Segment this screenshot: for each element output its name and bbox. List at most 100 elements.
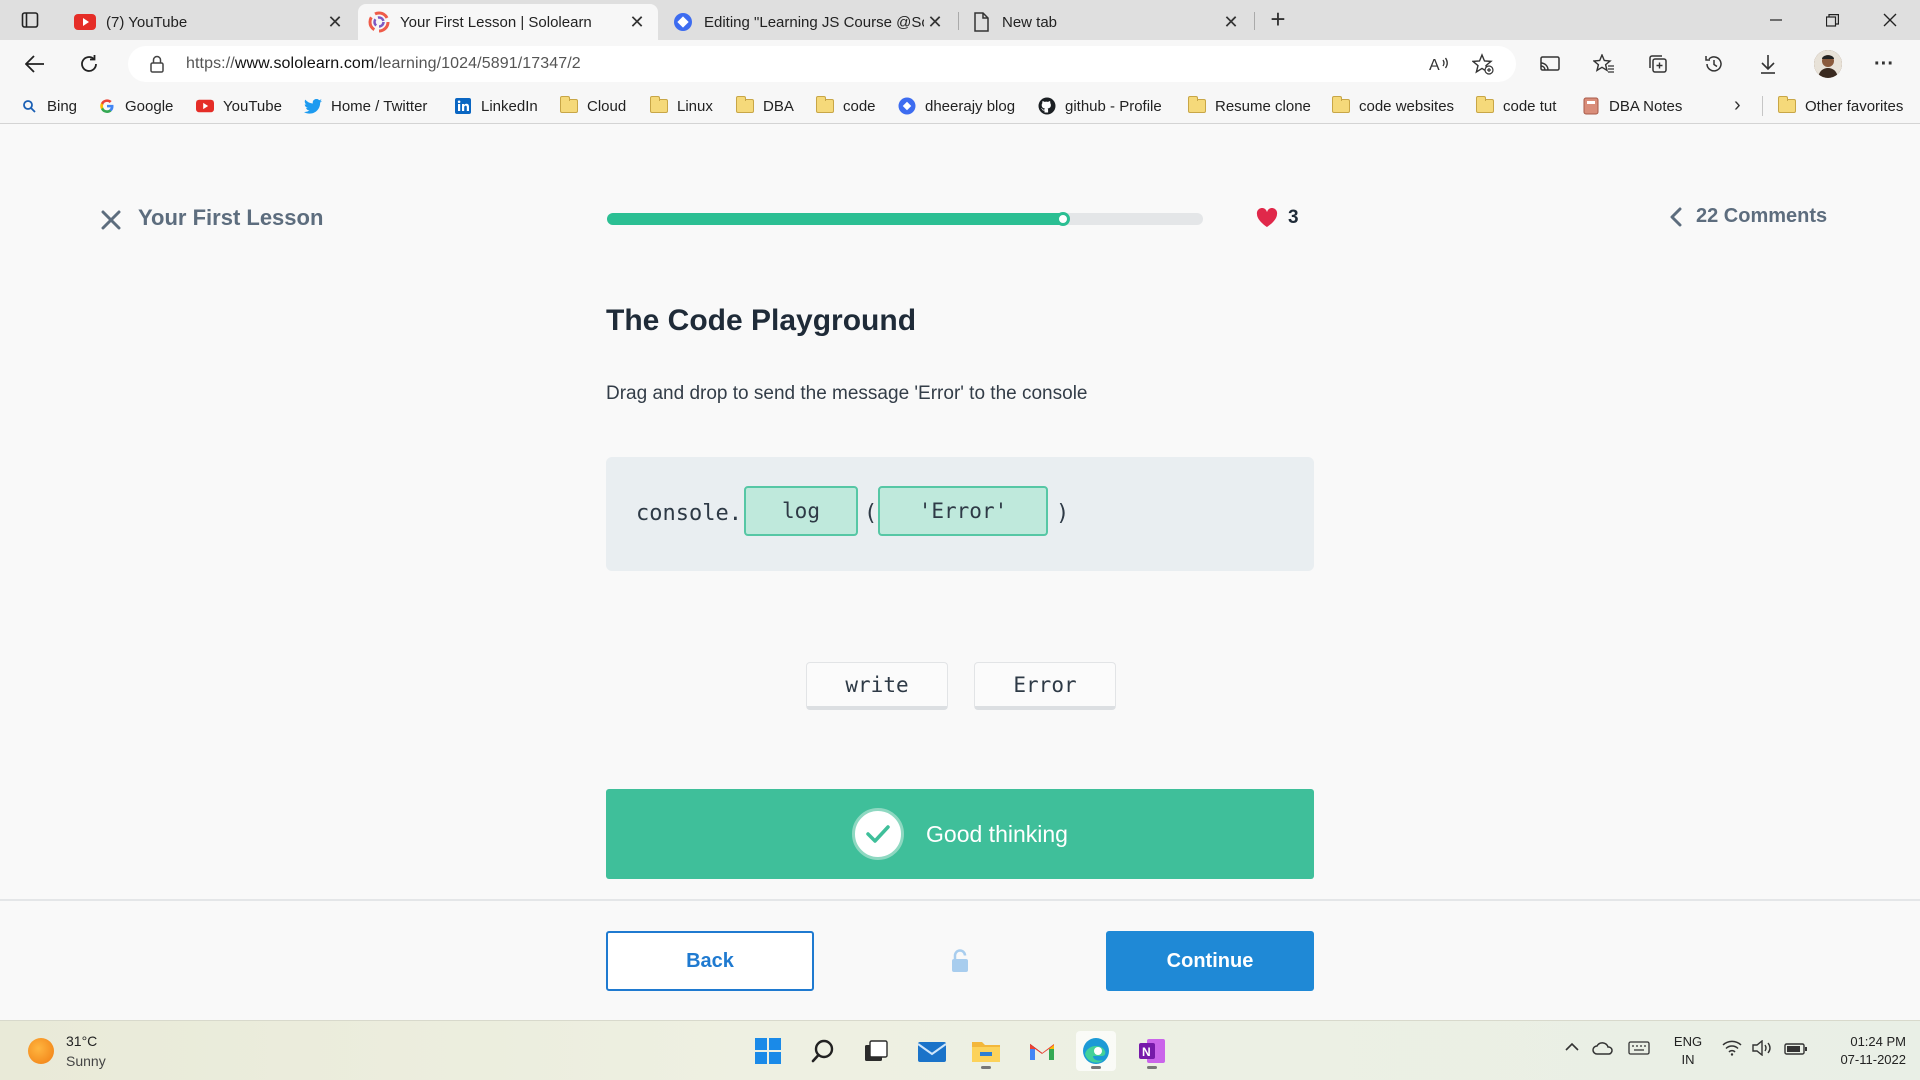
lesson-page: Your First Lesson 3 22 Comments The Code… [0, 125, 1920, 1020]
sun-icon[interactable] [28, 1038, 54, 1064]
profile-avatar[interactable] [1814, 50, 1842, 78]
bookmark-youtube[interactable]: YouTube [196, 95, 282, 117]
read-aloud-icon[interactable]: A [1422, 46, 1456, 82]
tab-youtube[interactable]: (7) YouTube ✕ [64, 4, 356, 40]
favorites-icon[interactable] [1586, 48, 1622, 80]
taskbar-gmail[interactable] [1022, 1031, 1062, 1071]
bookmark-code-websites[interactable]: code websites [1332, 95, 1454, 117]
bookmark-label: Other favorites [1805, 97, 1904, 115]
bookmark-dba[interactable]: DBA [736, 95, 794, 117]
taskbar-onenote[interactable]: N [1132, 1031, 1172, 1071]
close-lesson-button[interactable] [98, 207, 124, 233]
start-button[interactable] [748, 1031, 788, 1071]
bookmark-label: Cloud [587, 97, 627, 115]
chevron-up-icon [1565, 1042, 1579, 1051]
chevron-right-icon[interactable]: › [1734, 94, 1741, 117]
bookmark-other-favorites[interactable]: Other favorites [1778, 95, 1903, 117]
gmail-icon [1029, 1043, 1054, 1060]
download-icon[interactable] [1750, 48, 1786, 80]
bookmark-label: Linux [677, 97, 713, 115]
bookmark-bing[interactable]: Bing [20, 95, 77, 117]
refresh-button[interactable] [72, 48, 106, 80]
bookmark-dheerajy-blog[interactable]: dheerajy blog [898, 95, 1015, 117]
folder-icon [650, 96, 668, 114]
close-window-button[interactable] [1862, 0, 1918, 40]
bookmark-label: LinkedIn [481, 97, 538, 115]
new-tab-button[interactable]: + [1262, 4, 1294, 36]
bookmark-dba-notes[interactable]: DBA Notes [1582, 95, 1682, 117]
option-chip-error[interactable]: Error [974, 662, 1116, 710]
chevron-left-icon [1670, 207, 1682, 227]
feedback-banner: Good thinking [606, 789, 1314, 879]
wifi-icon[interactable] [1722, 1040, 1742, 1061]
question-description: Drag and drop to send the message 'Error… [606, 383, 1088, 404]
battery-icon[interactable] [1784, 1042, 1808, 1060]
tab-sololearn[interactable]: Your First Lesson | Sololearn ✕ [358, 4, 658, 40]
bookmark-google[interactable]: Google [98, 95, 173, 117]
weather-temperature[interactable]: 31°C [66, 1033, 97, 1049]
taskbar-file-explorer[interactable] [966, 1031, 1006, 1071]
option-chip-write[interactable]: write [806, 662, 948, 710]
search-icon [811, 1039, 834, 1063]
tab-editing[interactable]: Editing "Learning JS Course @So ✕ [662, 4, 956, 40]
close-icon[interactable]: ✕ [626, 12, 648, 33]
address-bar[interactable]: https://www.sololearn.com/learning/1024/… [128, 46, 1516, 82]
taskbar-edge[interactable] [1076, 1031, 1116, 1071]
lock-icon[interactable] [150, 55, 170, 73]
url-prefix: https:// [186, 55, 235, 72]
back-button[interactable]: Back [606, 931, 814, 991]
bookmark-github[interactable]: github - Profile [1038, 95, 1162, 117]
code-paren-close: ) [1056, 501, 1070, 526]
bookmark-cloud[interactable]: Cloud [560, 95, 626, 117]
minimize-button[interactable] [1748, 0, 1804, 40]
bookmark-label: DBA Notes [1609, 97, 1683, 115]
close-icon [1883, 13, 1897, 27]
tab-separator [1254, 12, 1255, 30]
bookmark-linkedin[interactable]: LinkedIn [454, 95, 538, 117]
bookmark-label: Resume clone [1215, 97, 1311, 115]
cast-icon[interactable] [1532, 48, 1568, 80]
twitter-icon [304, 98, 322, 114]
language-indicator[interactable]: ENG IN [1670, 1033, 1706, 1069]
arrow-left-icon [25, 55, 44, 73]
volume-icon[interactable] [1752, 1039, 1774, 1061]
answer-slot-1[interactable]: log [744, 486, 858, 536]
back-nav-button[interactable] [18, 48, 52, 80]
tab-actions-button[interactable] [12, 6, 48, 34]
code-paren-open: ( [864, 501, 878, 526]
bookmark-resume-clone[interactable]: Resume clone [1188, 95, 1311, 117]
minimize-icon [1770, 19, 1782, 21]
answer-slot-2[interactable]: 'Error' [878, 486, 1048, 536]
keyboard-icon[interactable] [1628, 1041, 1650, 1060]
linkedin-icon [454, 98, 472, 114]
close-icon[interactable]: ✕ [1220, 12, 1242, 33]
close-icon[interactable]: ✕ [324, 12, 346, 33]
onedrive-icon[interactable] [1592, 1041, 1614, 1060]
bookmark-linux[interactable]: Linux [650, 95, 713, 117]
add-favorite-icon[interactable] [1466, 46, 1500, 82]
tab-newtab[interactable]: New tab ✕ [960, 4, 1252, 40]
more-options-icon[interactable]: ··· [1866, 48, 1902, 80]
bookmark-code-tut[interactable]: code tut [1476, 95, 1556, 117]
comments-button[interactable]: 22 Comments [1670, 205, 1827, 228]
youtube-icon [74, 11, 96, 33]
history-icon[interactable] [1696, 48, 1732, 80]
clock[interactable]: 01:24 PM 07-11-2022 [1816, 1033, 1906, 1069]
taskbar-mail[interactable] [912, 1031, 952, 1071]
continue-button[interactable]: Continue [1106, 931, 1314, 991]
restore-button[interactable] [1804, 0, 1860, 40]
refresh-icon [81, 55, 97, 72]
collections-icon[interactable] [1640, 48, 1676, 80]
task-view-button[interactable] [856, 1031, 896, 1071]
taskbar-search-button[interactable] [803, 1031, 843, 1071]
bookmark-code[interactable]: code [816, 95, 876, 117]
progress-knob [1056, 212, 1070, 226]
show-hidden-icons[interactable] [1564, 1039, 1580, 1057]
bookmark-label: Home / Twitter [331, 97, 428, 115]
bookmark-twitter[interactable]: Home / Twitter [304, 95, 427, 117]
weather-condition[interactable]: Sunny [66, 1053, 106, 1069]
favorites-bar: Bing Google YouTube Home / Twitter Linke… [0, 88, 1920, 124]
close-icon[interactable]: ✕ [924, 12, 946, 33]
tab-bar: (7) YouTube ✕ Your First Lesson | Solole… [0, 0, 1920, 40]
progress-fill [607, 213, 1066, 225]
